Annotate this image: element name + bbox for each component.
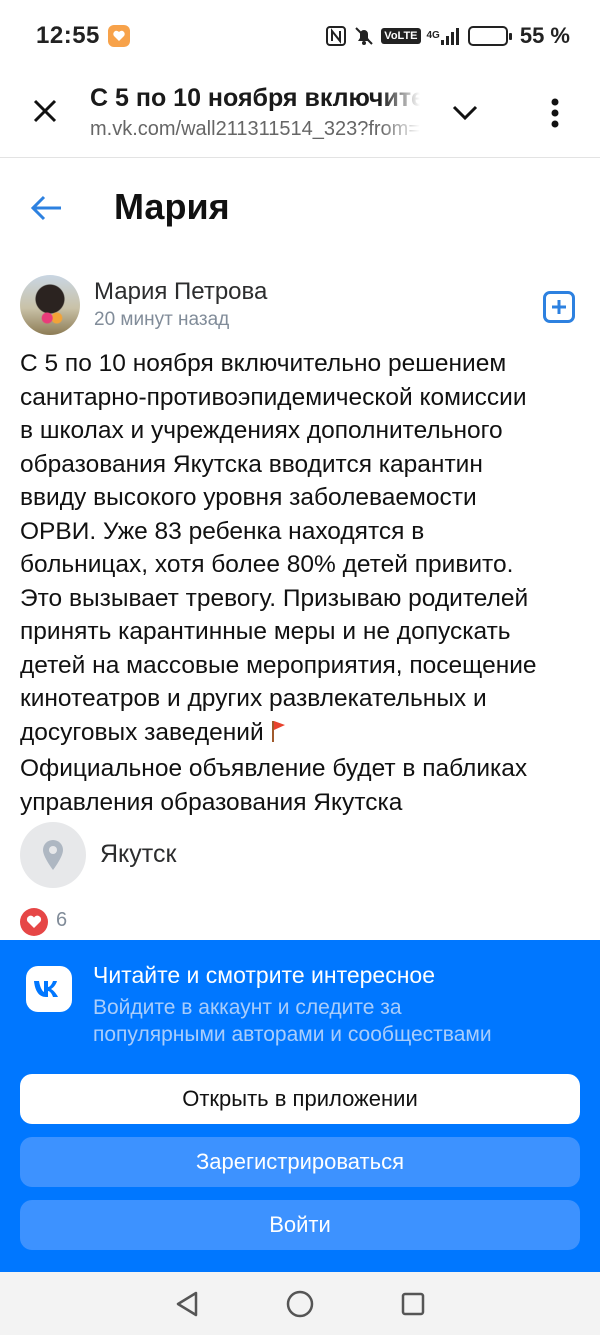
status-bar: 12:55 VoLTE 4G 55 % xyxy=(0,0,600,72)
back-button[interactable] xyxy=(24,186,68,230)
nav-recents-button[interactable] xyxy=(393,1284,433,1324)
system-nav-bar xyxy=(0,1272,600,1335)
battery-percent: 55 % xyxy=(519,23,570,48)
notification-app-icon xyxy=(107,25,130,47)
expand-button[interactable] xyxy=(448,96,482,130)
open-in-app-button[interactable]: Открыть в приложении xyxy=(20,1074,580,1124)
volte-icon: VoLTE xyxy=(381,28,421,44)
chevron-down-icon xyxy=(452,105,478,121)
close-tab-button[interactable] xyxy=(28,94,62,128)
like-count: 6 xyxy=(56,909,68,931)
plus-icon xyxy=(552,300,566,314)
location-pin-icon xyxy=(43,840,63,870)
more-menu-button[interactable] xyxy=(538,94,572,132)
signal-icon: 4G xyxy=(427,26,462,46)
like-button[interactable] xyxy=(20,908,48,936)
avatar-photo-detail xyxy=(40,311,64,325)
flag-emoji-icon xyxy=(270,719,286,753)
login-button[interactable]: Войти xyxy=(20,1200,580,1250)
vk-signin-banner: Читайте и смотрите интересное Войдите в … xyxy=(0,940,600,1272)
square-recents-icon xyxy=(402,1292,425,1315)
subscribe-button[interactable] xyxy=(543,291,575,323)
nfc-icon xyxy=(325,25,347,47)
post-text: С 5 по 10 ноября включительно решением с… xyxy=(20,347,586,819)
banner-subtext: Войдите в аккаунт и следите за популярны… xyxy=(93,996,492,1046)
page-title: Мария xyxy=(114,186,230,227)
battery-icon xyxy=(467,26,512,46)
circle-home-icon xyxy=(286,1290,314,1317)
author-name[interactable]: Мария Петрова xyxy=(94,278,267,306)
location-button[interactable] xyxy=(20,822,86,888)
status-time: 12:55 xyxy=(36,22,100,49)
page-header: Мария xyxy=(0,158,600,256)
mute-bell-icon xyxy=(353,25,375,47)
network-type-label: 4G xyxy=(426,30,440,41)
vk-logo-icon xyxy=(26,966,72,1012)
more-vertical-icon xyxy=(551,98,559,128)
browser-toolbar: С 5 по 10 ноября включительно m.vk.com/w… xyxy=(0,72,600,158)
banner-headline: Читайте и смотрите интересное xyxy=(93,962,436,988)
triangle-back-icon xyxy=(176,1291,197,1316)
post-body-tail: Официальное объявление будет в пабликах … xyxy=(20,755,528,816)
browser-page-title: С 5 по 10 ноября включительно xyxy=(90,84,420,112)
avatar[interactable] xyxy=(20,275,80,335)
close-icon xyxy=(33,99,57,123)
register-button[interactable]: Зарегистрироваться xyxy=(20,1137,580,1187)
location-label[interactable]: Якутск xyxy=(100,840,176,869)
post-body: С 5 по 10 ноября включительно решением с… xyxy=(20,350,537,746)
browser-url[interactable]: m.vk.com/wall211311514_323?from=post xyxy=(90,118,420,141)
arrow-left-icon xyxy=(30,195,61,221)
nav-home-button[interactable] xyxy=(280,1284,320,1324)
heart-icon xyxy=(26,915,42,928)
post-time[interactable]: 20 минут назад xyxy=(94,309,229,331)
nav-back-button[interactable] xyxy=(167,1284,207,1324)
